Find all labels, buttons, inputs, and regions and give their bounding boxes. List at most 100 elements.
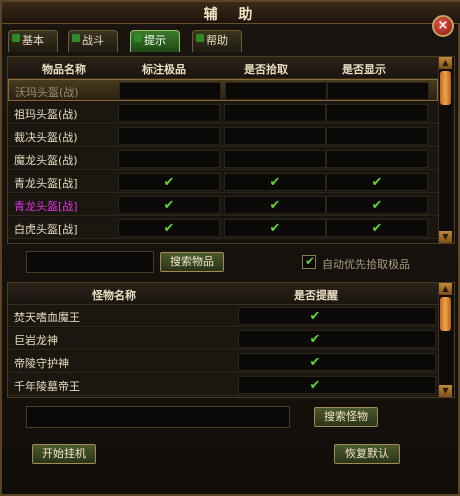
tab-basic-label: 基本 xyxy=(22,34,44,47)
table-row[interactable]: 帝陵守护神 ✔ xyxy=(8,351,438,373)
monster-name: 帝陵守护神 xyxy=(14,357,69,370)
header-show: 是否显示 xyxy=(342,63,386,76)
monster-name: 千年陵墓帝王 xyxy=(14,380,80,393)
check-icon: ✔ xyxy=(163,198,175,213)
table-row[interactable]: 千年陵墓帝王 ✔ xyxy=(8,374,438,396)
table-row[interactable]: 沃玛头盔(战) xyxy=(8,79,438,101)
mark-best-cell[interactable]: ✔ xyxy=(118,173,220,191)
search-monster-button[interactable]: 搜索怪物 xyxy=(314,407,378,427)
items-header-row: 物品名称 标注极品 是否拾取 是否显示 xyxy=(8,57,438,79)
header-pick-up: 是否拾取 xyxy=(244,63,288,76)
pick-up-cell[interactable]: ✔ xyxy=(224,173,326,191)
check-icon: ✔ xyxy=(309,309,321,324)
monsters-panel: 怪物名称 是否提醒 焚天嗜血魔王 ✔ 巨岩龙神 ✔ 帝陵守护神 ✔ 千年陵墓帝王 ✔ ▲ ▼ xyxy=(7,282,455,398)
tab-combat[interactable]: 战斗 xyxy=(68,30,118,52)
items-scroll-thumb[interactable] xyxy=(440,71,451,105)
table-row[interactable]: 祖玛头盔(战) xyxy=(8,102,438,124)
table-row[interactable]: 裁决头盔(战) xyxy=(8,125,438,147)
table-row[interactable]: 青龙头盔[战] ✔ ✔ ✔ xyxy=(8,194,438,216)
monster-name: 焚天嗜血魔王 xyxy=(14,311,80,324)
item-name: 青龙头盔[战] xyxy=(14,200,78,213)
item-name: 裁决头盔(战) xyxy=(14,131,78,144)
close-icon[interactable]: × xyxy=(432,15,454,37)
check-icon: ✔ xyxy=(309,332,321,347)
check-icon: ✔ xyxy=(371,198,383,213)
pick-up-cell[interactable] xyxy=(225,82,327,100)
table-row[interactable]: 巨岩龙神 ✔ xyxy=(8,328,438,350)
show-cell[interactable]: ✔ xyxy=(326,219,428,237)
mark-best-cell[interactable]: ✔ xyxy=(118,196,220,214)
table-row[interactable]: 魔龙头盔(战) xyxy=(8,148,438,170)
window-title: 辅 助 xyxy=(203,7,261,23)
scroll-up-icon[interactable]: ▲ xyxy=(439,57,452,69)
pick-up-cell[interactable]: ✔ xyxy=(224,219,326,237)
check-icon: ✔ xyxy=(309,355,321,370)
header-monster-name: 怪物名称 xyxy=(92,289,136,302)
show-cell[interactable] xyxy=(326,104,428,122)
remind-cell[interactable]: ✔ xyxy=(238,353,436,371)
restore-defaults-button[interactable]: 恢复默认 xyxy=(334,444,400,464)
table-row[interactable]: 白虎头盔[战] ✔ ✔ ✔ xyxy=(8,217,438,239)
items-panel: 物品名称 标注极品 是否拾取 是否显示 沃玛头盔(战) 祖玛头盔(战) 裁决头盔(战… xyxy=(7,56,455,244)
tab-combat-icon xyxy=(72,34,80,42)
tab-basic-icon xyxy=(12,34,20,42)
start-autoplay-button[interactable]: 开始挂机 xyxy=(32,444,96,464)
check-icon: ✔ xyxy=(163,175,175,190)
auto-pick-label: 自动优先拾取极品 xyxy=(322,258,410,271)
show-cell[interactable]: ✔ xyxy=(326,173,428,191)
remind-cell[interactable]: ✔ xyxy=(238,307,436,325)
monster-name: 巨岩龙神 xyxy=(14,334,58,347)
assist-window: 辅 助 × 基本 战斗 提示 帮助 物品名称 标注极品 是否拾取 是否显示 沃玛… xyxy=(0,0,460,496)
item-name: 魔龙头盔(战) xyxy=(14,154,78,167)
tab-combat-label: 战斗 xyxy=(82,34,104,47)
show-cell[interactable] xyxy=(326,127,428,145)
mark-best-cell[interactable] xyxy=(118,104,220,122)
tab-prompt[interactable]: 提示 xyxy=(130,30,180,52)
auto-pick-checkbox[interactable]: ✔ xyxy=(302,254,316,269)
header-item-name: 物品名称 xyxy=(42,63,86,76)
table-row[interactable]: 焚天嗜血魔王 ✔ xyxy=(8,305,438,327)
check-icon: ✔ xyxy=(269,175,281,190)
remind-cell[interactable]: ✔ xyxy=(238,376,436,394)
check-icon: ✔ xyxy=(163,221,175,236)
mark-best-cell[interactable] xyxy=(118,150,220,168)
title-bar[interactable]: 辅 助 xyxy=(2,2,460,24)
show-cell[interactable] xyxy=(326,150,428,168)
auto-pick-check-icon: ✔ xyxy=(304,254,316,268)
check-icon: ✔ xyxy=(269,198,281,213)
item-name: 沃玛头盔(战) xyxy=(15,86,79,99)
remind-cell[interactable]: ✔ xyxy=(238,330,436,348)
tab-prompt-label: 提示 xyxy=(144,34,166,47)
pick-up-cell[interactable]: ✔ xyxy=(224,196,326,214)
monsters-scroll-thumb[interactable] xyxy=(440,297,451,331)
mark-best-cell[interactable]: ✔ xyxy=(118,219,220,237)
tab-prompt-icon xyxy=(134,34,142,42)
scroll-down-icon[interactable]: ▼ xyxy=(439,231,452,243)
pick-up-cell[interactable] xyxy=(224,127,326,145)
mark-best-cell[interactable] xyxy=(119,82,221,100)
show-cell[interactable]: ✔ xyxy=(326,196,428,214)
pick-up-cell[interactable] xyxy=(224,104,326,122)
tab-basic[interactable]: 基本 xyxy=(8,30,58,52)
show-cell[interactable] xyxy=(327,82,429,100)
scroll-up-icon[interactable]: ▲ xyxy=(439,283,452,295)
item-name: 青龙头盔[战] xyxy=(14,177,78,190)
monster-search-input[interactable] xyxy=(26,406,290,428)
item-name: 祖玛头盔(战) xyxy=(14,108,78,121)
table-row[interactable]: 青龙头盔[战] ✔ ✔ ✔ xyxy=(8,171,438,193)
check-icon: ✔ xyxy=(309,378,321,393)
search-item-button[interactable]: 搜索物品 xyxy=(160,252,224,272)
mark-best-cell[interactable] xyxy=(118,127,220,145)
header-remind: 是否提醒 xyxy=(294,289,338,302)
monsters-scrollbar[interactable]: ▲ ▼ xyxy=(438,283,452,397)
monsters-header-row: 怪物名称 是否提醒 xyxy=(8,283,438,305)
check-icon: ✔ xyxy=(269,221,281,236)
pick-up-cell[interactable] xyxy=(224,150,326,168)
item-name: 白虎头盔[战] xyxy=(14,223,78,236)
tab-help[interactable]: 帮助 xyxy=(192,30,242,52)
item-search-input[interactable] xyxy=(26,251,154,273)
scroll-down-icon[interactable]: ▼ xyxy=(439,385,452,397)
check-icon: ✔ xyxy=(371,175,383,190)
items-scrollbar[interactable]: ▲ ▼ xyxy=(438,57,452,243)
header-mark-best: 标注极品 xyxy=(142,63,186,76)
